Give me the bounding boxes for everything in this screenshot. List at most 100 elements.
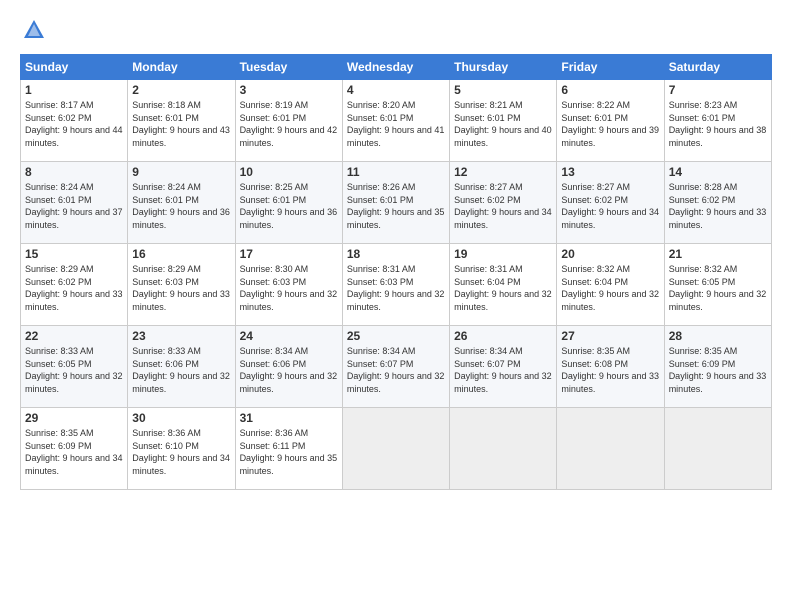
- calendar-cell: 26 Sunrise: 8:34 AMSunset: 6:07 PMDayligh…: [450, 326, 557, 408]
- day-number: 24: [240, 329, 338, 343]
- day-number: 4: [347, 83, 445, 97]
- day-info: Sunrise: 8:25 AMSunset: 6:01 PMDaylight:…: [240, 181, 338, 231]
- day-number: 17: [240, 247, 338, 261]
- calendar-week-5: 29 Sunrise: 8:35 AMSunset: 6:09 PMDayligh…: [21, 408, 772, 490]
- day-number: 23: [132, 329, 230, 343]
- calendar-cell: 7 Sunrise: 8:23 AMSunset: 6:01 PMDaylight…: [664, 80, 771, 162]
- calendar-cell: 18 Sunrise: 8:31 AMSunset: 6:03 PMDayligh…: [342, 244, 449, 326]
- calendar-cell: 6 Sunrise: 8:22 AMSunset: 6:01 PMDaylight…: [557, 80, 664, 162]
- calendar-week-3: 15 Sunrise: 8:29 AMSunset: 6:02 PMDayligh…: [21, 244, 772, 326]
- day-info: Sunrise: 8:35 AMSunset: 6:09 PMDaylight:…: [669, 345, 767, 395]
- calendar-cell: 27Sunrise: 8:35 AMSunset: 6:08 PMDayligh…: [557, 326, 664, 408]
- calendar-cell: 3 Sunrise: 8:19 AMSunset: 6:01 PMDaylight…: [235, 80, 342, 162]
- day-number: 16: [132, 247, 230, 261]
- day-number: 30: [132, 411, 230, 425]
- day-number: 10: [240, 165, 338, 179]
- day-number: 27: [561, 329, 659, 343]
- day-number: 1: [25, 83, 123, 97]
- day-number: 8: [25, 165, 123, 179]
- calendar-cell: 30 Sunrise: 8:36 AMSunset: 6:10 PMDayligh…: [128, 408, 235, 490]
- calendar-cell: [450, 408, 557, 490]
- calendar-cell: 24 Sunrise: 8:34 AMSunset: 6:06 PMDayligh…: [235, 326, 342, 408]
- day-number: 7: [669, 83, 767, 97]
- day-number: 6: [561, 83, 659, 97]
- day-info: Sunrise: 8:30 AMSunset: 6:03 PMDaylight:…: [240, 263, 338, 313]
- calendar-cell: 8 Sunrise: 8:24 AMSunset: 6:01 PMDaylight…: [21, 162, 128, 244]
- calendar-week-1: 1 Sunrise: 8:17 AMSunset: 6:02 PMDaylight…: [21, 80, 772, 162]
- day-info: Sunrise: 8:36 AMSunset: 6:10 PMDaylight:…: [132, 427, 230, 477]
- calendar-cell: 10 Sunrise: 8:25 AMSunset: 6:01 PMDayligh…: [235, 162, 342, 244]
- day-info: Sunrise: 8:29 AMSunset: 6:02 PMDaylight:…: [25, 263, 123, 313]
- day-number: 19: [454, 247, 552, 261]
- day-info: Sunrise: 8:34 AMSunset: 6:07 PMDaylight:…: [454, 345, 552, 395]
- col-header-wednesday: Wednesday: [342, 55, 449, 80]
- day-number: 20: [561, 247, 659, 261]
- day-info: Sunrise: 8:33 AMSunset: 6:06 PMDaylight:…: [132, 345, 230, 395]
- calendar-cell: 14 Sunrise: 8:28 AMSunset: 6:02 PMDayligh…: [664, 162, 771, 244]
- calendar-cell: [557, 408, 664, 490]
- day-number: 2: [132, 83, 230, 97]
- day-number: 28: [669, 329, 767, 343]
- calendar-cell: 9Sunrise: 8:24 AMSunset: 6:01 PMDaylight…: [128, 162, 235, 244]
- day-info: Sunrise: 8:20 AMSunset: 6:01 PMDaylight:…: [347, 99, 445, 149]
- day-number: 15: [25, 247, 123, 261]
- day-info: Sunrise: 8:34 AMSunset: 6:06 PMDaylight:…: [240, 345, 338, 395]
- calendar-cell: 2Sunrise: 8:18 AMSunset: 6:01 PMDaylight…: [128, 80, 235, 162]
- day-number: 13: [561, 165, 659, 179]
- day-number: 3: [240, 83, 338, 97]
- day-number: 26: [454, 329, 552, 343]
- calendar-cell: 16 Sunrise: 8:29 AMSunset: 6:03 PMDayligh…: [128, 244, 235, 326]
- calendar-week-4: 22Sunrise: 8:33 AMSunset: 6:05 PMDayligh…: [21, 326, 772, 408]
- calendar-cell: 4 Sunrise: 8:20 AMSunset: 6:01 PMDaylight…: [342, 80, 449, 162]
- day-info: Sunrise: 8:27 AMSunset: 6:02 PMDaylight:…: [454, 181, 552, 231]
- day-info: Sunrise: 8:24 AMSunset: 6:01 PMDaylight:…: [132, 181, 230, 231]
- day-number: 14: [669, 165, 767, 179]
- col-header-monday: Monday: [128, 55, 235, 80]
- day-number: 12: [454, 165, 552, 179]
- day-info: Sunrise: 8:22 AMSunset: 6:01 PMDaylight:…: [561, 99, 659, 149]
- col-header-saturday: Saturday: [664, 55, 771, 80]
- day-info: Sunrise: 8:23 AMSunset: 6:01 PMDaylight:…: [669, 99, 767, 149]
- calendar-cell: 11 Sunrise: 8:26 AMSunset: 6:01 PMDayligh…: [342, 162, 449, 244]
- day-info: Sunrise: 8:31 AMSunset: 6:03 PMDaylight:…: [347, 263, 445, 313]
- calendar-cell: 21 Sunrise: 8:32 AMSunset: 6:05 PMDayligh…: [664, 244, 771, 326]
- calendar-cell: [664, 408, 771, 490]
- calendar: SundayMondayTuesdayWednesdayThursdayFrid…: [20, 54, 772, 490]
- day-number: 21: [669, 247, 767, 261]
- day-info: Sunrise: 8:24 AMSunset: 6:01 PMDaylight:…: [25, 181, 123, 231]
- col-header-thursday: Thursday: [450, 55, 557, 80]
- calendar-cell: 15 Sunrise: 8:29 AMSunset: 6:02 PMDayligh…: [21, 244, 128, 326]
- calendar-cell: 23 Sunrise: 8:33 AMSunset: 6:06 PMDayligh…: [128, 326, 235, 408]
- calendar-cell: 1 Sunrise: 8:17 AMSunset: 6:02 PMDaylight…: [21, 80, 128, 162]
- day-info: Sunrise: 8:31 AMSunset: 6:04 PMDaylight:…: [454, 263, 552, 313]
- day-number: 18: [347, 247, 445, 261]
- calendar-cell: 28 Sunrise: 8:35 AMSunset: 6:09 PMDayligh…: [664, 326, 771, 408]
- day-info: Sunrise: 8:36 AMSunset: 6:11 PMDaylight:…: [240, 427, 338, 477]
- calendar-cell: 5Sunrise: 8:21 AMSunset: 6:01 PMDaylight…: [450, 80, 557, 162]
- calendar-week-2: 8 Sunrise: 8:24 AMSunset: 6:01 PMDaylight…: [21, 162, 772, 244]
- day-info: Sunrise: 8:28 AMSunset: 6:02 PMDaylight:…: [669, 181, 767, 231]
- calendar-cell: [342, 408, 449, 490]
- logo-icon: [20, 16, 48, 44]
- day-number: 29: [25, 411, 123, 425]
- calendar-cell: 29 Sunrise: 8:35 AMSunset: 6:09 PMDayligh…: [21, 408, 128, 490]
- col-header-friday: Friday: [557, 55, 664, 80]
- day-info: Sunrise: 8:35 AMSunset: 6:09 PMDaylight:…: [25, 427, 123, 477]
- day-info: Sunrise: 8:32 AMSunset: 6:05 PMDaylight:…: [669, 263, 767, 313]
- day-number: 11: [347, 165, 445, 179]
- col-header-tuesday: Tuesday: [235, 55, 342, 80]
- day-info: Sunrise: 8:26 AMSunset: 6:01 PMDaylight:…: [347, 181, 445, 231]
- day-number: 22: [25, 329, 123, 343]
- day-info: Sunrise: 8:29 AMSunset: 6:03 PMDaylight:…: [132, 263, 230, 313]
- calendar-cell: 20Sunrise: 8:32 AMSunset: 6:04 PMDayligh…: [557, 244, 664, 326]
- calendar-cell: 31Sunrise: 8:36 AMSunset: 6:11 PMDayligh…: [235, 408, 342, 490]
- calendar-cell: 12 Sunrise: 8:27 AMSunset: 6:02 PMDayligh…: [450, 162, 557, 244]
- day-info: Sunrise: 8:21 AMSunset: 6:01 PMDaylight:…: [454, 99, 552, 149]
- page: SundayMondayTuesdayWednesdayThursdayFrid…: [0, 0, 792, 612]
- day-info: Sunrise: 8:19 AMSunset: 6:01 PMDaylight:…: [240, 99, 338, 149]
- logo: [20, 16, 52, 44]
- calendar-cell: 19 Sunrise: 8:31 AMSunset: 6:04 PMDayligh…: [450, 244, 557, 326]
- col-header-sunday: Sunday: [21, 55, 128, 80]
- day-info: Sunrise: 8:17 AMSunset: 6:02 PMDaylight:…: [25, 99, 123, 149]
- day-info: Sunrise: 8:34 AMSunset: 6:07 PMDaylight:…: [347, 345, 445, 395]
